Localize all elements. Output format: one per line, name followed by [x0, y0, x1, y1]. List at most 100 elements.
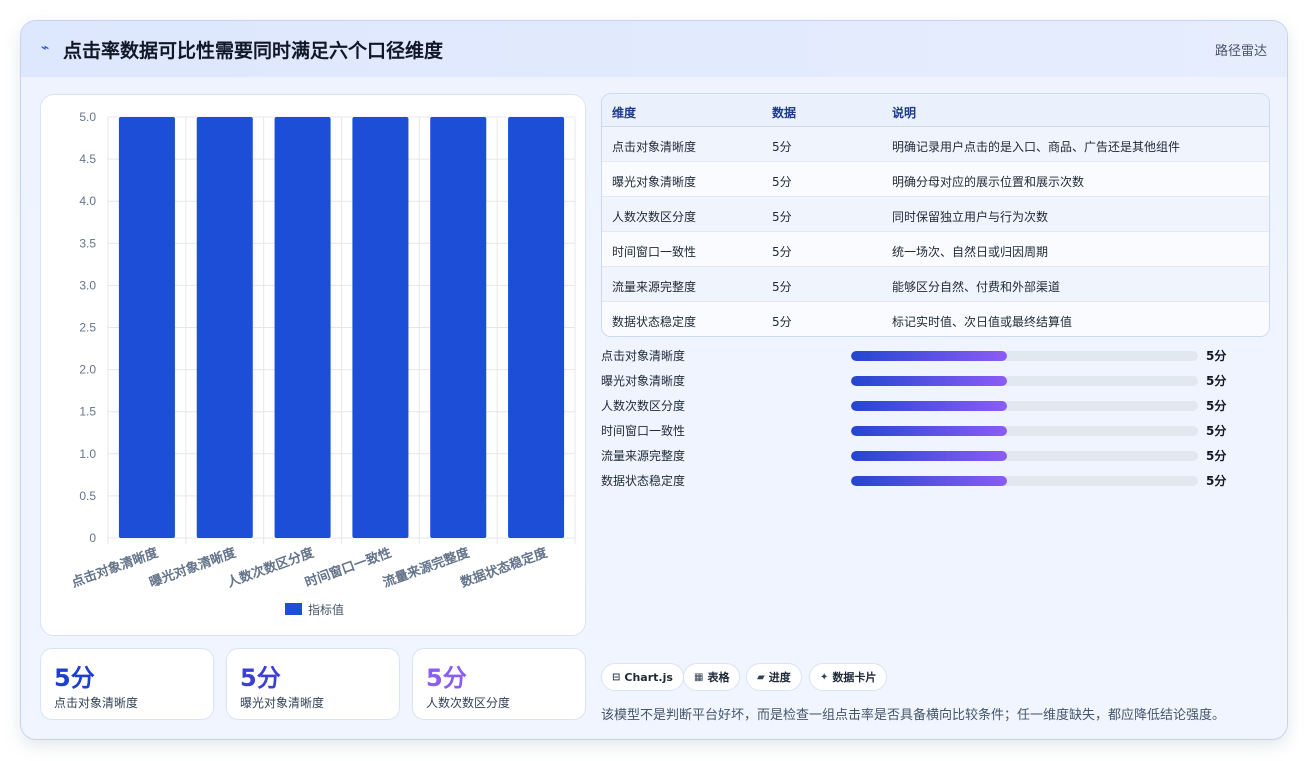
y-tick-label: 2.5 [79, 321, 96, 335]
stat-value: 5分 [426, 664, 467, 692]
stat-label: 点击对象清晰度 [54, 696, 139, 710]
progress-value: 5分 [1206, 374, 1227, 388]
x-tick-label: 流量来源完整度 [381, 544, 473, 591]
x-tick-label: 点击对象清晰度 [69, 544, 161, 591]
header-bar: ⌁ 点击率数据可比性需要同时满足六个口径维度 路径雷达 [21, 21, 1287, 77]
bar [508, 117, 565, 538]
progress-label: 点击对象清晰度 [601, 349, 686, 363]
table-cell-dimension: 人数次数区分度 [612, 210, 697, 224]
progress-icon: ▰ [757, 671, 765, 683]
table-cell-description: 同时保留独立用户与行为次数 [892, 210, 1049, 224]
table-row: 人数次数区分度 5分 同时保留独立用户与行为次数 [602, 197, 1269, 232]
y-tick-label: 4.0 [79, 194, 96, 208]
page-title: 点击率数据可比性需要同时满足六个口径维度 [63, 40, 444, 62]
table-cell-data: 5分 [772, 175, 792, 189]
stat-value: 5分 [240, 664, 281, 692]
progress-value: 5分 [1206, 449, 1227, 463]
dashboard-frame: ⌁ 点击率数据可比性需要同时满足六个口径维度 路径雷达 0 0.5 1.0 1.5 2.… [20, 20, 1288, 740]
bar [118, 117, 175, 538]
chip-label: 数据卡片 [832, 671, 877, 684]
progress-fill [851, 451, 1008, 461]
chip-table[interactable]: ▦ 表格 [683, 663, 741, 691]
y-tick-label: 2.0 [79, 363, 96, 377]
y-tick-label: 3.5 [79, 236, 96, 250]
progress-track [851, 476, 1198, 486]
progress-row: 时间窗口一致性 5分 [601, 422, 1241, 440]
progress-value: 5分 [1206, 399, 1227, 413]
footnote: 该模型不是判断平台好坏，而是检查一组点击率是否具备横向比较条件；任一维度缺失，都… [601, 708, 1226, 723]
progress-label: 时间窗口一致性 [601, 424, 686, 438]
pulse-icon: ⌁ [41, 40, 50, 56]
table-cell-data: 5分 [772, 245, 792, 259]
bar-chart: 0 0.5 1.0 1.5 2.0 2.5 3.0 3.5 4.0 4.5 5.0 点击对象清晰度曝光… [69, 110, 576, 617]
progress-label: 数据状态稳定度 [601, 474, 686, 488]
x-tick-label: 数据状态稳定度 [458, 544, 550, 591]
table-cell-dimension: 点击对象清晰度 [612, 140, 697, 154]
bar [274, 117, 331, 538]
table-cell-dimension: 数据状态稳定度 [612, 315, 697, 329]
y-tick-label: 1.5 [79, 405, 96, 419]
table-row: 流量来源完整度 5分 能够区分自然、付费和外部渠道 [602, 267, 1269, 302]
header-tag: 路径雷达 [1214, 44, 1267, 59]
y-tick-label: 1.0 [79, 447, 96, 461]
bar [352, 117, 409, 538]
card-icon: ✦ [820, 671, 829, 683]
bar-chart-card: 0 0.5 1.0 1.5 2.0 2.5 3.0 3.5 4.0 4.5 5.0 点击对象清晰度 曝光… [40, 94, 586, 636]
stat-label: 人数次数区分度 [426, 696, 511, 710]
chart-icon: ⊟ [612, 671, 621, 683]
table-row: 时间窗口一致性 5分 统一场次、自然日或归因周期 [602, 232, 1269, 267]
progress-value: 5分 [1206, 349, 1227, 363]
table-cell-description: 明确记录用户点击的是入口、商品、广告还是其他组件 [892, 140, 1181, 154]
table-cell-description: 统一场次、自然日或归因周期 [892, 245, 1049, 259]
chip-data-card[interactable]: ✦ 数据卡片 [809, 663, 888, 691]
progress-row: 曝光对象清晰度 5分 [601, 372, 1241, 390]
y-tick-label: 4.5 [79, 152, 96, 166]
progress-fill [851, 351, 1008, 361]
progress-fill [851, 426, 1008, 436]
progress-row: 人数次数区分度 5分 [601, 397, 1241, 415]
progress-track [851, 426, 1198, 436]
x-tick-label: 时间窗口一致性 [303, 545, 394, 591]
table-cell-description: 标记实时值、次日值或最终结算值 [892, 315, 1073, 329]
table-cell-dimension: 时间窗口一致性 [612, 245, 697, 259]
bar [196, 117, 253, 538]
table-cell-data: 5分 [772, 280, 792, 294]
table-header-description: 说明 [892, 106, 917, 120]
stat-value: 5分 [54, 664, 95, 692]
table-cell-dimension: 曝光对象清晰度 [612, 175, 697, 189]
progress-row: 点击对象清晰度 5分 [601, 347, 1241, 365]
table-icon: ▦ [694, 671, 704, 683]
progress-label: 人数次数区分度 [601, 399, 686, 413]
progress-fill [851, 376, 1008, 386]
chip-chartjs[interactable]: ⊟ Chart.js [601, 663, 684, 691]
table-header: 维度 数据 说明 [602, 94, 1269, 127]
chip-label: 进度 [768, 671, 791, 684]
progress-row: 流量来源完整度 5分 [601, 447, 1241, 465]
legend-label: 指标值 [308, 602, 344, 617]
bar [430, 117, 487, 538]
chip-progress[interactable]: ▰ 进度 [746, 663, 802, 691]
table-cell-description: 能够区分自然、付费和外部渠道 [892, 280, 1061, 294]
x-tick-label: 人数次数区分度 [225, 544, 317, 591]
progress-row: 数据状态稳定度 5分 [601, 472, 1241, 490]
stat-label: 曝光对象清晰度 [240, 696, 325, 710]
stat-card-click-clarity: 5分 点击对象清晰度 [40, 648, 214, 720]
x-tick-label: 曝光对象清晰度 [147, 544, 239, 591]
progress-fill [851, 401, 1008, 411]
table-cell-description: 明确分母对应的展示位置和展示次数 [892, 175, 1085, 189]
progress-track [851, 451, 1198, 461]
table-row: 数据状态稳定度 5分 标记实时值、次日值或最终结算值 [602, 302, 1269, 336]
y-tick-label: 3.0 [79, 278, 96, 292]
table-row: 曝光对象清晰度 5分 明确分母对应的展示位置和展示次数 [602, 162, 1269, 197]
stat-card-exposure-clarity: 5分 曝光对象清晰度 [226, 648, 400, 720]
table-cell-data: 5分 [772, 210, 792, 224]
table-cell-data: 5分 [772, 315, 792, 329]
progress-value: 5分 [1206, 424, 1227, 438]
progress-track [851, 351, 1198, 361]
y-tick-label: 5.0 [79, 110, 96, 124]
chip-label: Chart.js [624, 670, 673, 684]
progress-fill [851, 476, 1008, 486]
legend-swatch [285, 603, 302, 615]
table-header-dimension: 维度 [612, 106, 637, 120]
chip-label: 表格 [707, 671, 730, 684]
